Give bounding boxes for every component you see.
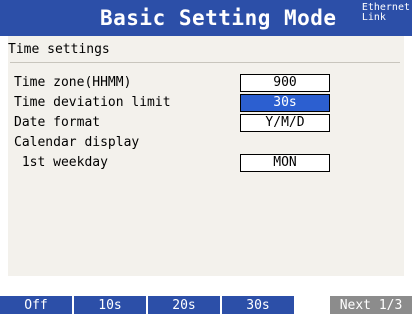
time-zone-label: Time zone(HHMM) — [14, 75, 132, 90]
date-format-label: Date format — [14, 115, 101, 130]
link-label: Link — [361, 12, 386, 23]
first-weekday-field[interactable]: MON — [240, 154, 330, 172]
time-zone-field[interactable]: 900 — [240, 74, 330, 92]
softkey-20s[interactable]: 20s — [148, 296, 220, 314]
page-title: Basic Setting Mode — [100, 6, 337, 30]
softkey-next-page[interactable]: Next 1/3 — [330, 296, 412, 314]
first-weekday-label: 1st weekday — [14, 155, 108, 170]
time-deviation-limit-label: Time deviation limit — [14, 95, 171, 110]
title-bar: Basic Setting Mode Ethernet Link — [0, 0, 412, 36]
softkey-off[interactable]: Off — [0, 296, 72, 314]
softkey-10s[interactable]: 10s — [74, 296, 146, 314]
ethernet-link-indicator: Ethernet Link — [362, 3, 410, 23]
date-format-field[interactable]: Y/M/D — [240, 114, 330, 132]
softkey-bar: Off 10s 20s 30s Next 1/3 — [0, 296, 412, 314]
calendar-display-label: Calendar display — [14, 135, 140, 150]
section-title: Time settings — [8, 42, 110, 57]
time-deviation-limit-field[interactable]: 30s — [240, 94, 330, 112]
section-divider — [10, 62, 400, 63]
softkey-30s[interactable]: 30s — [222, 296, 294, 314]
